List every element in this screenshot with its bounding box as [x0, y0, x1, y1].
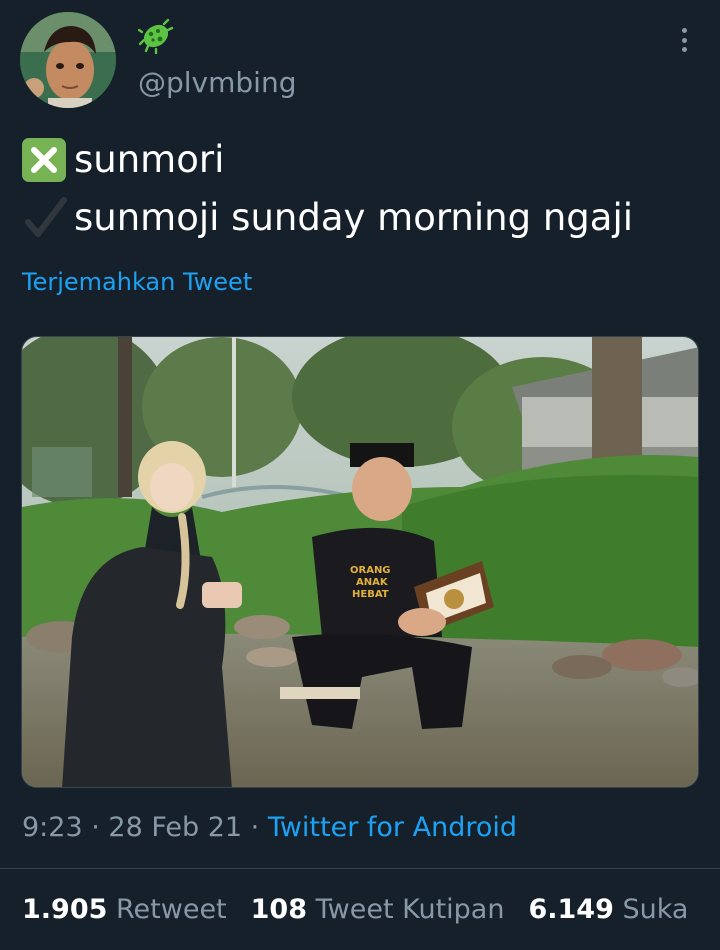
more-dot — [681, 47, 687, 52]
likes-label: Suka — [622, 894, 689, 925]
tweet-meta: 9:23 · 28 Feb 21 · Twitter for Android — [22, 812, 517, 843]
quotes-label: Tweet Kutipan — [315, 894, 505, 925]
tweet-text-sunmori: sunmori — [74, 138, 225, 181]
check-mark-icon — [22, 196, 68, 240]
shirt-print-text: ANAK — [356, 577, 389, 588]
user-handle[interactable]: @plvmbing — [138, 66, 296, 99]
divider — [0, 868, 720, 869]
meta-separator: · — [82, 812, 109, 843]
retweets-count: 1.905 — [22, 894, 108, 925]
avatar[interactable] — [20, 12, 116, 108]
microbe-emoji-icon — [137, 18, 174, 55]
tweet-detail: @plvmbing sunmori sunmoji sunday morning… — [0, 0, 720, 950]
tweet-text-line-1: sunmori — [22, 138, 224, 182]
more-options-icon[interactable] — [672, 24, 696, 56]
likes-stat[interactable]: 6.149 Suka — [528, 894, 688, 925]
meta-separator: · — [242, 812, 268, 843]
shirt-print-text: ORANG — [350, 565, 391, 576]
quotes-stat[interactable]: 108 Tweet Kutipan — [251, 894, 505, 925]
tweet-text-line-2: sunmoji sunday morning ngaji — [22, 196, 633, 240]
tweet-time: 9:23 — [22, 812, 83, 843]
retweets-label: Retweet — [116, 894, 227, 925]
tweet-source-link[interactable]: Twitter for Android — [268, 812, 517, 843]
more-dot — [681, 37, 687, 43]
retweets-stat[interactable]: 1.905 Retweet — [22, 894, 227, 925]
quotes-count: 108 — [250, 894, 308, 925]
likes-count: 6.149 — [528, 894, 614, 925]
tweet-date: 28 Feb 21 — [108, 812, 243, 843]
cross-mark-button-icon — [22, 138, 66, 182]
shirt-print-text: HEBAT — [352, 589, 389, 600]
tweet-photo[interactable]: ORANG ANAK HEBAT — [21, 336, 699, 788]
more-dot — [681, 28, 687, 33]
tweet-text-sunmoji: sunmoji sunday morning ngaji — [74, 196, 634, 239]
tweet-stats: 1.905 Retweet 108 Tweet Kutipan 6.149 Su… — [22, 894, 688, 925]
translate-tweet-link[interactable]: Terjemahkan Tweet — [22, 268, 252, 296]
